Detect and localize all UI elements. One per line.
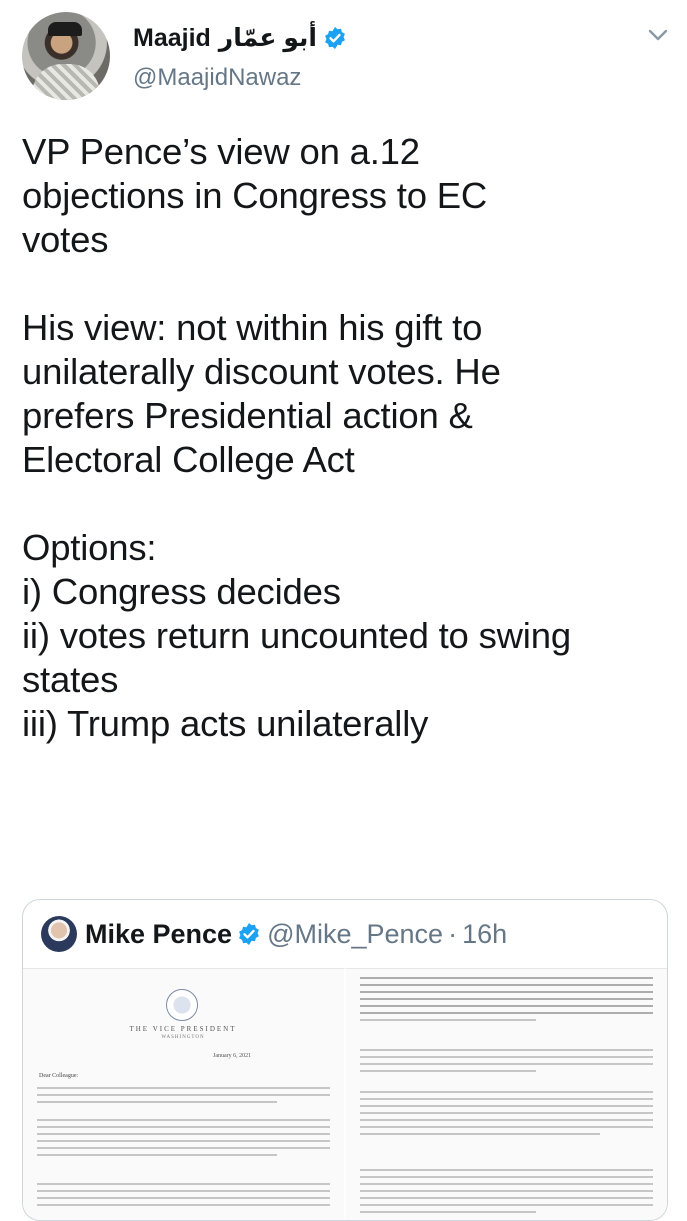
tweet-text: VP Pence’s view on a.12 objections in Co…	[22, 131, 571, 744]
verified-badge-icon	[239, 923, 259, 945]
author-handle[interactable]: @MaajidNawaz	[133, 64, 301, 92]
letter-paragraph	[37, 1119, 330, 1161]
quoted-author-handle: @Mike_Pence	[267, 918, 444, 949]
letter-paragraph	[360, 1049, 653, 1077]
letter-paragraph	[37, 1183, 330, 1211]
letter-paragraph	[360, 1169, 653, 1218]
letterhead-subtitle: WASHINGTON	[161, 1035, 205, 1040]
vice-president-seal-icon	[166, 989, 198, 1021]
quoted-author-name: Mike Pence	[85, 918, 233, 949]
separator-dot: ·	[448, 918, 458, 949]
letter-salutation: Dear Colleague:	[39, 1073, 79, 1079]
letter-page-1[interactable]: THE VICE PRESIDENT WASHINGTON January 6,…	[23, 968, 346, 1220]
letterhead-title: THE VICE PRESIDENT	[129, 1025, 237, 1033]
chevron-down-icon[interactable]	[648, 28, 668, 42]
quoted-tweet-header: Mike Pence @Mike_Pence · 16h	[41, 914, 507, 954]
avatar-cap	[48, 22, 82, 36]
quoted-author-avatar	[41, 916, 77, 952]
quoted-tweet-media[interactable]: THE VICE PRESIDENT WASHINGTON January 6,…	[23, 968, 667, 1220]
author-avatar[interactable]	[22, 12, 110, 100]
letter-paragraph	[37, 1087, 330, 1108]
letter-paragraph	[360, 977, 653, 1026]
verified-badge-icon	[325, 27, 345, 49]
letter-date: January 6, 2021	[213, 1053, 252, 1059]
author-name[interactable]: Maajid	[133, 24, 211, 53]
avatar-shirt	[32, 64, 100, 100]
author-name-arabic[interactable]: أبو عمّار	[219, 23, 317, 53]
quoted-tweet[interactable]: Mike Pence @Mike_Pence · 16h THE VICE PR…	[22, 899, 668, 1221]
tweet-header: Maajid أبو عمّار @MaajidNawaz	[0, 0, 687, 120]
quoted-timestamp: 16h	[462, 918, 508, 949]
author-name-row[interactable]: Maajid أبو عمّار	[133, 22, 347, 54]
letter-paragraph	[360, 1091, 653, 1140]
letter-page-2[interactable]	[346, 968, 667, 1220]
